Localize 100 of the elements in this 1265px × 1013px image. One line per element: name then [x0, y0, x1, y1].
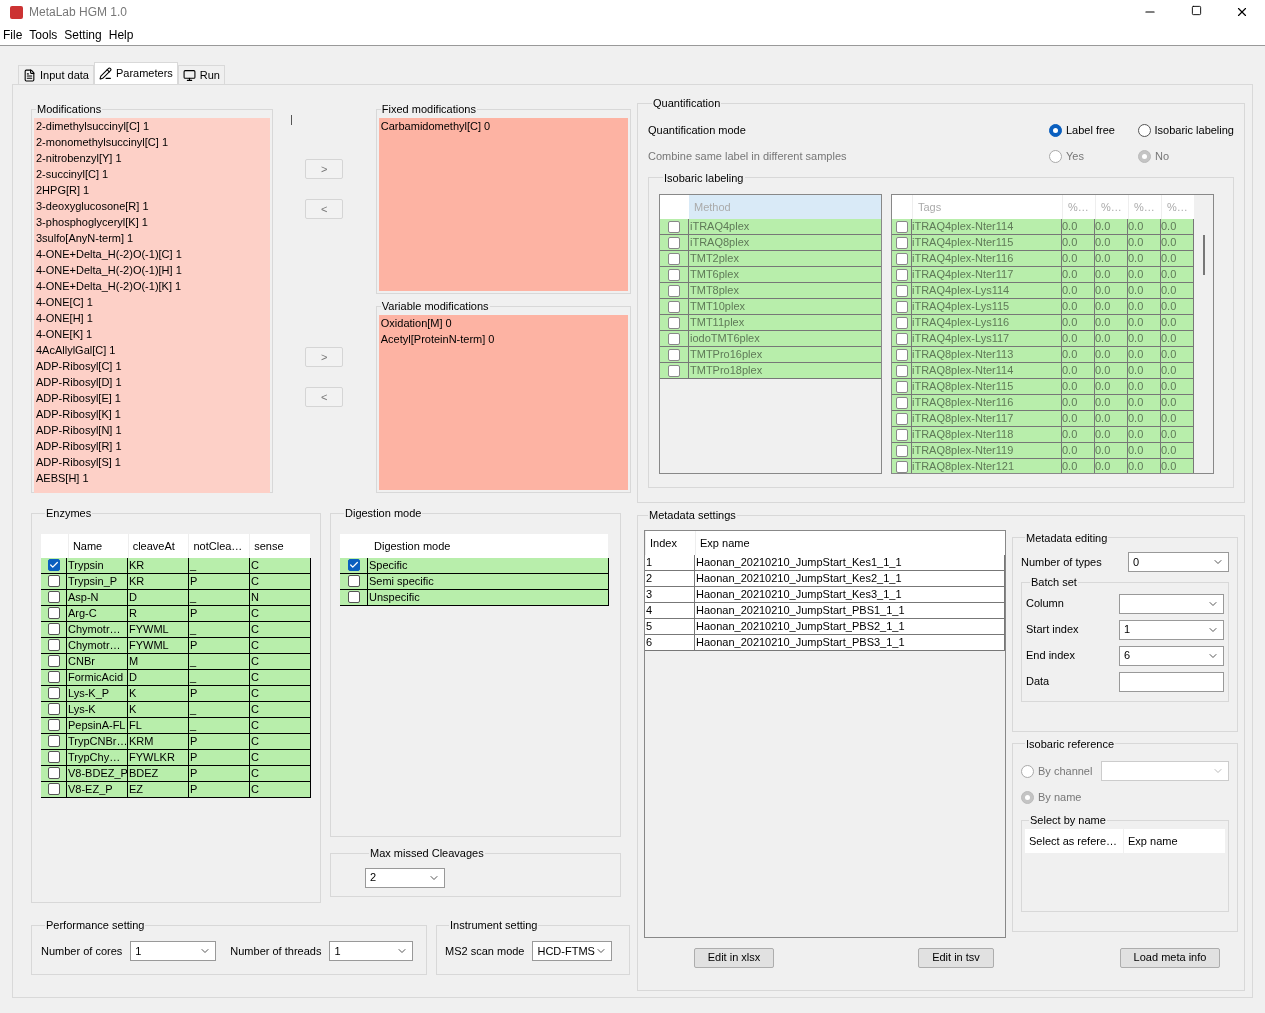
checkbox[interactable]: [47, 751, 60, 763]
table-cell: _: [189, 701, 250, 717]
column-header[interactable]: Index: [645, 530, 695, 555]
radio-button[interactable]: No: [1138, 148, 1234, 165]
list-item[interactable]: AEBS[H] 1: [34, 469, 270, 486]
checkbox[interactable]: [347, 559, 360, 571]
checkbox[interactable]: [47, 687, 60, 699]
scrollbar-thumb[interactable]: [1202, 235, 1205, 275]
dropdown[interactable]: 0: [1128, 552, 1229, 572]
list-item[interactable]: 3sulfo[AnyN-term] 1: [34, 229, 270, 246]
dropdown[interactable]: 2: [365, 867, 445, 888]
menu-item[interactable]: Help: [108, 25, 134, 44]
table-cell: C: [250, 669, 311, 685]
table-cell: 0.0: [1161, 443, 1194, 458]
tab[interactable]: Input data: [18, 65, 94, 84]
list-item[interactable]: 4-ONE+Delta_H(-2)O(-1)[K] 1: [34, 277, 270, 294]
list-item[interactable]: 4-ONE[H] 1: [34, 309, 270, 326]
table-cell: 0.0: [1062, 363, 1095, 378]
checkbox[interactable]: [47, 639, 60, 651]
checkbox[interactable]: [47, 703, 60, 715]
button[interactable]: Load meta info: [1120, 947, 1220, 968]
tab[interactable]: Parameters: [93, 62, 178, 84]
checkbox[interactable]: [47, 655, 60, 667]
table-cell: 0.0: [1128, 315, 1161, 330]
table-cell: P: [189, 733, 250, 749]
menu-item[interactable]: Tools: [29, 25, 58, 44]
checkbox[interactable]: [47, 735, 60, 747]
list-item[interactable]: ADP-Ribosyl[S] 1: [34, 453, 270, 470]
checkbox[interactable]: [47, 783, 60, 795]
list-item[interactable]: 4-ONE[K] 1: [34, 325, 270, 342]
list-item[interactable]: Oxidation[M] 0: [378, 314, 628, 331]
list-item[interactable]: ADP-Ribosyl[C] 1: [34, 357, 270, 374]
move-button[interactable]: <: [305, 199, 344, 219]
list-item[interactable]: 4-ONE[C] 1: [34, 293, 270, 310]
list-item[interactable]: 4-ONE+Delta_H(-2)O(-1)[H] 1: [34, 261, 270, 278]
checkbox[interactable]: [47, 591, 60, 603]
table-cell: 0.0: [1095, 251, 1128, 266]
table-cell: iTRAQ8plex-Nter117: [912, 411, 1062, 426]
list-item[interactable]: 4-ONE+Delta_H(-2)O(-1)[C] 1: [34, 245, 270, 262]
move-button[interactable]: >: [305, 347, 344, 367]
dropdown[interactable]: HCD-FTMS: [532, 940, 613, 961]
radio-button[interactable]: Isobaric labeling: [1138, 122, 1234, 139]
checkbox[interactable]: [347, 575, 360, 587]
button[interactable]: Edit in tsv: [918, 947, 994, 968]
table-cell: 0.0: [1161, 283, 1194, 298]
modification-list[interactable]: Carbamidomethyl[C] 0: [378, 117, 628, 291]
list-item[interactable]: ADP-Ribosyl[D] 1: [34, 373, 270, 390]
app-logo-icon: [10, 5, 23, 19]
checkbox[interactable]: [47, 719, 60, 731]
dropdown[interactable]: 6: [1119, 645, 1224, 666]
move-button[interactable]: <: [305, 387, 344, 407]
checkbox[interactable]: [47, 559, 60, 571]
dropdown[interactable]: [1119, 593, 1224, 614]
list-item[interactable]: ADP-Ribosyl[R] 1: [34, 437, 270, 454]
table-cell: Trypsin_P: [67, 573, 128, 589]
dropdown[interactable]: 1: [1119, 619, 1224, 640]
column-header[interactable]: Exp name: [695, 530, 1005, 555]
list-item[interactable]: 2-succinyl[C] 1: [34, 165, 270, 182]
checkbox[interactable]: [47, 607, 60, 619]
column-header[interactable]: cleaveAt: [127, 533, 189, 558]
checkbox[interactable]: [47, 575, 60, 587]
list-item[interactable]: Carbamidomethyl[C] 0: [378, 117, 628, 134]
input-field[interactable]: [1119, 671, 1224, 692]
list-item[interactable]: ADP-Ribosyl[K] 1: [34, 405, 270, 422]
checkbox[interactable]: [47, 623, 60, 635]
list-item[interactable]: 3-deoxyglucosone[R] 1: [34, 197, 270, 214]
menu-item[interactable]: File: [3, 25, 23, 44]
list-item[interactable]: ADP-Ribosyl[E] 1: [34, 389, 270, 406]
dropdown[interactable]: 1: [130, 940, 217, 961]
table-cell: Haonan_20210210_JumpStart_Kes2_1_1: [695, 570, 1005, 586]
table-cell: Haonan_20210210_JumpStart_PBS3_1_1: [695, 634, 1005, 650]
dropdown[interactable]: 1: [329, 940, 414, 961]
checkbox[interactable]: [47, 671, 60, 683]
checkbox[interactable]: [347, 591, 360, 603]
list-item[interactable]: 3-phosphoglyceryl[K] 1: [34, 213, 270, 230]
column-header[interactable]: Name: [67, 533, 128, 558]
list-item[interactable]: 4AcAllylGal[C] 1: [34, 341, 270, 358]
table-cell: 0.0: [1128, 283, 1161, 298]
menu-item[interactable]: Setting: [64, 25, 102, 44]
table-cell: 0.0: [1062, 251, 1095, 266]
list-item[interactable]: 2-monomethylsuccinyl[C] 1: [34, 133, 270, 150]
list-item[interactable]: 2-nitrobenzyl[Y] 1: [34, 149, 270, 166]
table-cell: K: [128, 701, 189, 717]
list-item[interactable]: 2-dimethylsuccinyl[C] 1: [34, 117, 270, 134]
list-item[interactable]: Acetyl[ProteinN-term] 0: [378, 330, 628, 347]
column-header[interactable]: notClea…: [188, 533, 250, 558]
radio-button[interactable]: Label free: [1049, 122, 1138, 139]
table-cell: 0.0: [1128, 411, 1161, 426]
field-label: Combine same label in different samples: [648, 149, 847, 165]
column-header[interactable]: sense: [249, 533, 310, 558]
radio-button[interactable]: Yes: [1049, 148, 1138, 165]
button[interactable]: Edit in xlsx: [694, 947, 774, 968]
list-item[interactable]: ADP-Ribosyl[N] 1: [34, 421, 270, 438]
table-cell: 0.0: [1161, 427, 1194, 442]
checkbox[interactable]: [47, 767, 60, 779]
tab[interactable]: Run: [177, 65, 225, 84]
list-item[interactable]: 2HPG[R] 1: [34, 181, 270, 198]
field-label: MS2 scan mode: [445, 943, 525, 959]
modification-list[interactable]: Oxidation[M] 0 Acetyl[ProteinN-term] 0: [378, 314, 628, 490]
move-button[interactable]: >: [305, 159, 344, 179]
